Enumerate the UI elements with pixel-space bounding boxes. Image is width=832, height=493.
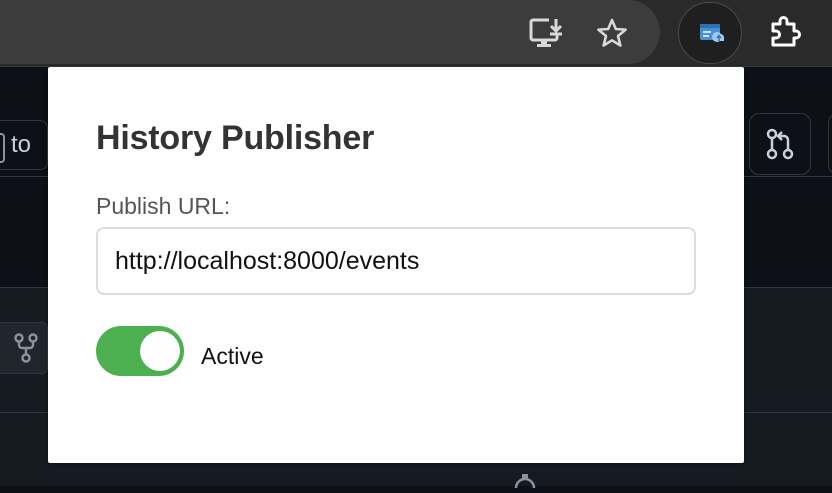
pull-request-button[interactable] xyxy=(749,113,811,175)
background-to-button[interactable]: to xyxy=(0,120,48,170)
toggle-knob xyxy=(140,331,180,371)
background-to-label: to xyxy=(11,131,32,158)
publish-url-input[interactable] xyxy=(96,227,696,295)
browser-toolbar xyxy=(0,0,832,67)
fork-icon xyxy=(14,333,38,363)
history-publisher-extension-icon xyxy=(699,22,725,49)
history-publisher-extension-button[interactable] xyxy=(678,2,742,64)
popup-title: History Publisher xyxy=(96,119,375,157)
publish-url-label: Publish URL: xyxy=(96,193,231,219)
active-toggle[interactable] xyxy=(96,326,184,376)
bookmark-star-icon[interactable] xyxy=(593,14,631,52)
background-edge-button[interactable] xyxy=(828,113,832,175)
install-app-icon[interactable] xyxy=(528,14,566,52)
extensions-puzzle-icon[interactable] xyxy=(764,12,804,52)
active-toggle-label: Active xyxy=(201,343,264,369)
fork-button[interactable] xyxy=(0,322,48,374)
gear-icon xyxy=(510,474,540,493)
pull-request-icon xyxy=(766,128,794,160)
extension-popup: History Publisher Publish URL: Active xyxy=(48,67,744,463)
bracket-icon xyxy=(0,133,5,163)
